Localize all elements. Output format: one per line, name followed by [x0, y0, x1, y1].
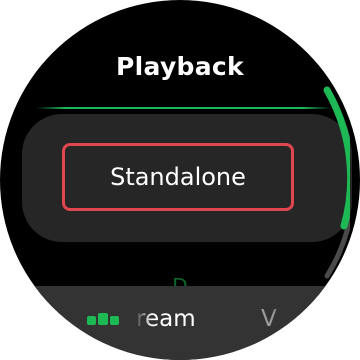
watch-screen: Playback Standalone D ream V	[0, 0, 360, 360]
option-standalone-label: Standalone	[110, 163, 246, 191]
bars-icon	[87, 313, 119, 325]
option-standalone[interactable]: Standalone	[62, 143, 294, 211]
edge-fade	[272, 300, 312, 338]
scroll-thumb	[323, 86, 350, 230]
title-divider	[36, 107, 332, 109]
scroll-indicator[interactable]	[320, 86, 350, 280]
stream-label-fade	[126, 300, 152, 338]
page-title: Playback	[116, 52, 244, 81]
